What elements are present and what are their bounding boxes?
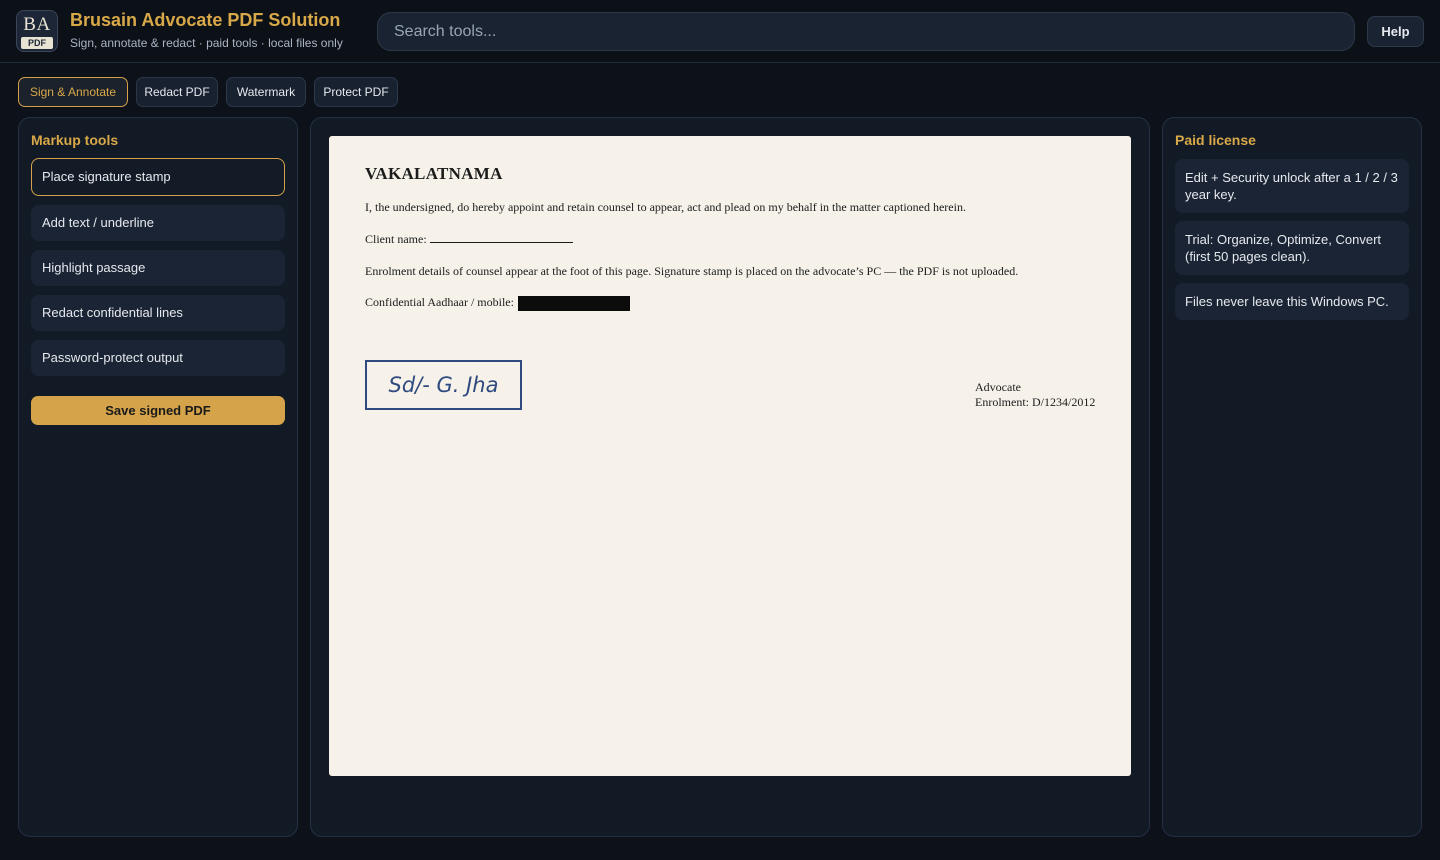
logo-monogram: BA bbox=[23, 14, 51, 35]
markup-tools-title: Markup tools bbox=[31, 132, 119, 148]
document-paragraph-2: Enrolment details of counsel appear at t… bbox=[365, 264, 1019, 278]
advocate-label: Advocate bbox=[975, 380, 1021, 394]
client-name-blank[interactable] bbox=[429, 232, 573, 243]
advocate-block: Advocate Enrolment: D/1234/2012 bbox=[975, 380, 1095, 410]
paid-license-title: Paid license bbox=[1175, 132, 1256, 148]
save-signed-pdf-button[interactable]: Save signed PDF bbox=[31, 396, 285, 425]
app-logo: BA PDF bbox=[16, 10, 58, 52]
tab-protect-pdf[interactable]: Protect PDF bbox=[314, 77, 398, 107]
license-item-local: Files never leave this Windows PC. bbox=[1175, 283, 1409, 320]
confidential-line: Confidential Aadhaar / mobile: bbox=[365, 295, 630, 311]
tool-redact-confidential-lines[interactable]: Redact confidential lines bbox=[31, 295, 285, 331]
app-subtitle: Sign, annotate & redact · paid tools · l… bbox=[70, 36, 343, 50]
pdf-page[interactable]: VAKALATNAMA I, the undersigned, do hereb… bbox=[329, 136, 1131, 776]
tool-add-text-underline[interactable]: Add text / underline bbox=[31, 205, 285, 241]
tab-sign-annotate[interactable]: Sign & Annotate bbox=[18, 77, 128, 107]
document-title: VAKALATNAMA bbox=[365, 164, 503, 183]
tool-place-signature-stamp[interactable]: Place signature stamp bbox=[31, 158, 285, 196]
app-header: BA PDF Brusain Advocate PDF Solution Sig… bbox=[0, 0, 1440, 63]
app-title: Brusain Advocate PDF Solution bbox=[70, 10, 341, 30]
license-item-key: Edit + Security unlock after a 1 / 2 / 3… bbox=[1175, 159, 1409, 213]
tool-password-protect-output[interactable]: Password-protect output bbox=[31, 340, 285, 376]
client-name-line: Client name: bbox=[365, 232, 573, 247]
logo-pdf-badge: PDF bbox=[21, 37, 53, 49]
paid-license-panel: Paid license Edit + Security unlock afte… bbox=[1162, 117, 1422, 837]
tool-highlight-passage[interactable]: Highlight passage bbox=[31, 250, 285, 286]
confidential-label: Confidential Aadhaar / mobile: bbox=[365, 295, 514, 309]
help-button[interactable]: Help bbox=[1367, 16, 1424, 47]
search-tools-input[interactable] bbox=[377, 12, 1355, 51]
document-viewer-panel: VAKALATNAMA I, the undersigned, do hereb… bbox=[310, 117, 1150, 837]
enrolment-number: Enrolment: D/1234/2012 bbox=[975, 395, 1096, 409]
redaction-box[interactable] bbox=[517, 295, 630, 311]
license-item-trial: Trial: Organize, Optimize, Convert (firs… bbox=[1175, 221, 1409, 275]
signature-stamp[interactable]: Sd/- G. Jha bbox=[365, 360, 522, 410]
markup-tools-panel: Markup tools Place signature stamp Add t… bbox=[18, 117, 298, 837]
client-name-label: Client name: bbox=[365, 232, 427, 246]
tab-watermark[interactable]: Watermark bbox=[226, 77, 306, 107]
document-paragraph-1: I, the undersigned, do hereby appoint an… bbox=[365, 200, 966, 214]
tab-redact-pdf[interactable]: Redact PDF bbox=[136, 77, 218, 107]
